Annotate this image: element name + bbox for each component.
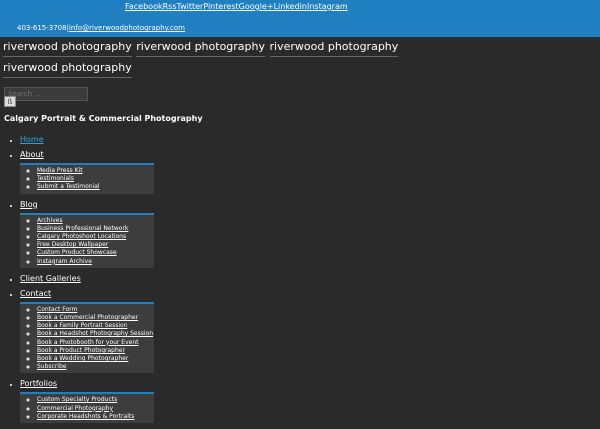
- search-form: ß: [4, 81, 88, 107]
- nav-link[interactable]: Contact: [20, 289, 51, 298]
- contact-info: 403-615-3708|info@riverwoodphotography.c…: [17, 24, 185, 32]
- submenu-link[interactable]: Commercial Photography: [37, 405, 113, 412]
- submenu-link[interactable]: Business Professional Network: [37, 225, 128, 232]
- logo-line-2: riverwood photography: [3, 61, 593, 82]
- email-link[interactable]: info@riverwoodphotography.com: [69, 24, 185, 32]
- submenu-link[interactable]: Subscribe: [37, 363, 66, 370]
- logo-text: riverwood photography: [136, 40, 266, 57]
- social-link-instagram[interactable]: Instagram: [307, 2, 348, 11]
- submenu-link[interactable]: Book a Family Portrait Session: [37, 322, 128, 329]
- submenu-link[interactable]: Free Desktop Wallpaper: [37, 241, 108, 248]
- submenu-item: Subscribe: [37, 363, 154, 371]
- submenu-item: Custom Product Showcase: [37, 249, 154, 257]
- submenu-link[interactable]: Media Press Kit: [37, 167, 83, 174]
- submenu-item: Book a Family Portrait Session: [37, 322, 154, 330]
- logo-line-1: riverwood photography riverwood photogra…: [3, 40, 593, 61]
- social-link-facebook[interactable]: Facebook: [125, 2, 163, 11]
- submenu-link[interactable]: Book a Wedding Photographer: [37, 355, 128, 362]
- search-button[interactable]: ß: [4, 96, 16, 107]
- submenu-link[interactable]: Book a Headshot Photography Session: [37, 330, 153, 337]
- submenu-item: Calgary Photoshoot Locations: [37, 233, 154, 241]
- submenu-link[interactable]: Book a Commercial Photographer: [37, 314, 138, 321]
- nav-item-blog: Blog ArchivesBusiness Professional Networ…: [20, 200, 160, 268]
- submenu-item: Custom Specialty Products: [37, 396, 154, 404]
- social-links: FacebookRssTwitterPinterestGoogle+Linked…: [125, 2, 348, 11]
- logo-text: riverwood photography: [3, 40, 132, 57]
- submenu-item: Archives: [37, 217, 154, 225]
- submenu-link[interactable]: Contact Form: [37, 306, 77, 313]
- submenu-link[interactable]: Instagram Archive: [37, 258, 92, 265]
- social-link-pinterest[interactable]: Pinterest: [203, 2, 238, 11]
- submenu-item: Free Desktop Wallpaper: [37, 241, 154, 249]
- submenu-item: Book a Product Photographer: [37, 347, 154, 355]
- submenu-link[interactable]: Testimonials: [37, 175, 74, 182]
- social-link-rss[interactable]: Rss: [163, 2, 177, 11]
- submenu-link[interactable]: Custom Product Showcase: [37, 249, 117, 256]
- submenu-link[interactable]: Archives: [37, 217, 63, 224]
- submenu-link[interactable]: Corporate Headshots & Portraits: [37, 413, 134, 420]
- nav-link[interactable]: Home: [20, 135, 44, 144]
- social-link-google[interactable]: Google+: [239, 2, 274, 11]
- submenu-item: Book a Photobooth for your Event: [37, 339, 154, 347]
- nav-link[interactable]: Client Galleries: [20, 274, 81, 283]
- nav-item-portfolios: Portfolios Custom Specialty ProductsComme…: [20, 379, 160, 424]
- submenu-item: Instagram Archive: [37, 258, 154, 266]
- submenu-link[interactable]: Submit a Testimonial: [37, 183, 100, 190]
- nav-item-client-galleries: Client Galleries: [20, 274, 160, 283]
- submenu: ArchivesBusiness Professional NetworkCal…: [20, 212, 154, 268]
- logo-text: riverwood photography: [269, 40, 399, 57]
- nav-item-contact: Contact Contact FormBook a Commercial Pho…: [20, 289, 160, 374]
- search-input[interactable]: [4, 87, 88, 101]
- submenu-item: Media Press Kit: [37, 167, 154, 175]
- submenu: Media Press KitTestimonialsSubmit a Test…: [20, 163, 154, 194]
- main-navigation: Home About Media Press KitTestimonialsSubm…: [20, 135, 160, 429]
- nav-item-home: Home: [20, 135, 160, 144]
- submenu-item: Business Professional Network: [37, 225, 154, 233]
- site-logo[interactable]: riverwood photography riverwood photogra…: [3, 40, 593, 82]
- submenu: Contact FormBook a Commercial Photograph…: [20, 301, 154, 374]
- submenu-item: Book a Headshot Photography Session: [37, 330, 154, 338]
- nav-item-about: About Media Press KitTestimonialsSubmit a…: [20, 150, 160, 194]
- submenu-link[interactable]: Book a Photobooth for your Event: [37, 339, 139, 346]
- site-tagline: Calgary Portrait & Commercial Photograph…: [4, 114, 203, 123]
- submenu-link[interactable]: Calgary Photoshoot Locations: [37, 233, 126, 240]
- logo-text: riverwood photography: [3, 61, 132, 78]
- phone-number: 403-615-3708: [17, 24, 67, 32]
- submenu-link[interactable]: Book a Product Photographer: [37, 347, 125, 354]
- submenu-item: Testimonials: [37, 175, 154, 183]
- nav-link[interactable]: About: [20, 150, 44, 159]
- submenu-item: Book a Commercial Photographer: [37, 314, 154, 322]
- top-bar: FacebookRssTwitterPinterestGoogle+Linked…: [0, 0, 600, 37]
- submenu-item: Book a Wedding Photographer: [37, 355, 154, 363]
- social-link-twitter[interactable]: Twitter: [177, 2, 204, 11]
- submenu-item: Contact Form: [37, 306, 154, 314]
- submenu: Custom Specialty ProductsCommercial Phot…: [20, 392, 154, 424]
- nav-link[interactable]: Blog: [20, 200, 38, 209]
- social-link-linkedin[interactable]: Linkedin: [274, 2, 307, 11]
- submenu-item: Commercial Photography: [37, 405, 154, 413]
- nav-link[interactable]: Portfolios: [20, 379, 57, 388]
- submenu-item: Corporate Headshots & Portraits: [37, 413, 154, 421]
- submenu-item: Submit a Testimonial: [37, 183, 154, 191]
